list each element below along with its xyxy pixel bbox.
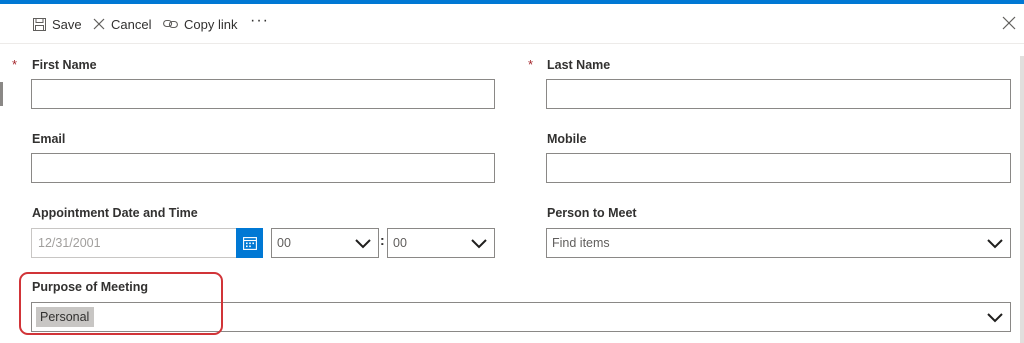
email-label: Email [32,132,66,146]
time-separator: : [380,232,385,248]
last-name-label: Last Name [547,58,611,72]
email-field[interactable] [31,153,495,183]
last-name-field[interactable] [546,79,1011,109]
copy-link-label: Copy link [184,16,238,32]
person-to-meet-placeholder: Find items [552,236,610,250]
appointment-label: Appointment Date and Time [32,206,198,220]
purpose-selected-tag: Personal [36,307,95,327]
minute-dropdown[interactable]: 00 [387,228,495,258]
first-name-label: First Name [32,58,97,72]
link-icon [163,19,178,29]
date-picker-button[interactable] [236,228,263,258]
command-bar: Save Cancel Copy link ··· [0,4,1024,44]
last-name-required-marker: * [528,57,534,72]
chevron-down-icon [987,239,1003,249]
cancel-button[interactable]: Cancel [93,14,151,34]
close-icon[interactable] [1000,14,1018,32]
hour-value: 00 [277,236,291,250]
minute-value: 00 [393,236,407,250]
cancel-label: Cancel [111,16,152,32]
first-name-required-marker: * [12,57,18,72]
save-icon [33,17,46,31]
person-to-meet-picker[interactable]: Find items [546,228,1011,258]
appointment-date-input[interactable]: 12/31/2001 [31,228,236,258]
calendar-icon [242,236,257,250]
purpose-label: Purpose of Meeting [32,280,148,294]
purpose-dropdown[interactable]: Personal [31,302,1011,332]
chevron-down-icon [355,239,371,249]
chevron-down-icon [987,313,1003,323]
save-button[interactable]: Save [33,14,82,34]
hour-dropdown[interactable]: 00 [271,228,379,258]
mobile-field[interactable] [546,153,1011,183]
cancel-icon [93,18,105,30]
mobile-label: Mobile [547,132,587,146]
first-name-field[interactable] [31,79,495,109]
background-edge [0,82,3,106]
chevron-down-icon [471,239,487,249]
more-options-button[interactable]: ··· [250,11,269,31]
copy-link-button[interactable]: Copy link [163,14,237,34]
scrollbar[interactable] [1020,56,1024,343]
person-to-meet-label: Person to Meet [547,206,637,220]
more-options-label: ··· [250,12,269,29]
item-form: * First Name * Last Name Email Mobile Ap… [0,44,1024,343]
save-label: Save [52,16,82,32]
